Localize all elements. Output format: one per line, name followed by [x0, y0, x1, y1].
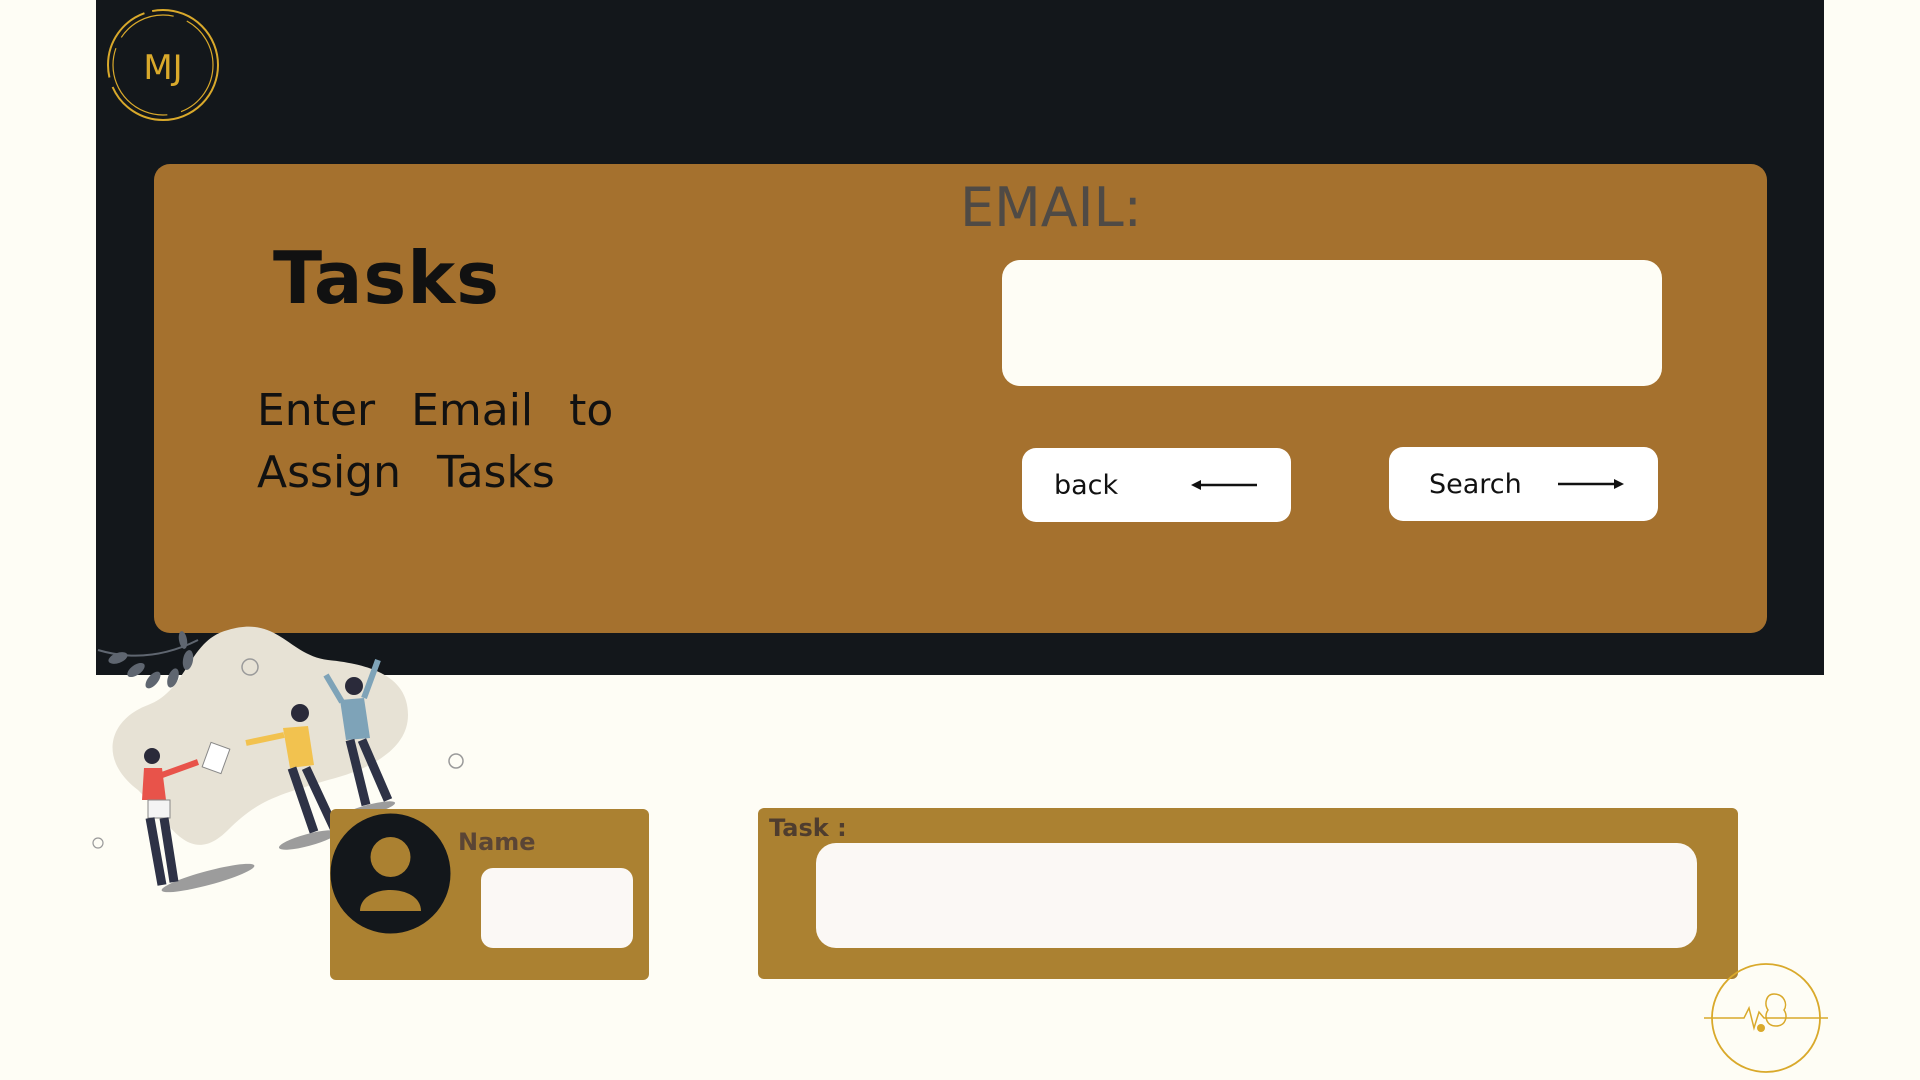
- email-input[interactable]: [1002, 260, 1662, 386]
- email-label: EMAIL:: [960, 176, 1142, 239]
- task-label: Task :: [769, 814, 847, 842]
- back-button[interactable]: back: [1022, 448, 1291, 522]
- page-title: Tasks: [273, 236, 501, 320]
- back-button-label: back: [1054, 469, 1119, 501]
- heartbeat-badge-icon: [1704, 963, 1828, 1073]
- page-subtitle: Enter Email to Assign Tasks: [257, 385, 614, 498]
- search-button[interactable]: Search: [1389, 447, 1658, 521]
- svg-text:MJ: MJ: [143, 48, 182, 88]
- name-input[interactable]: [481, 868, 633, 948]
- user-avatar-icon: [330, 813, 451, 934]
- logo-icon: MJ: [107, 9, 219, 121]
- name-label: Name: [458, 828, 536, 856]
- arrow-right-icon: [1558, 479, 1624, 489]
- search-button-label: Search: [1429, 468, 1522, 500]
- task-input[interactable]: [816, 843, 1697, 948]
- arrow-left-icon: [1191, 480, 1257, 490]
